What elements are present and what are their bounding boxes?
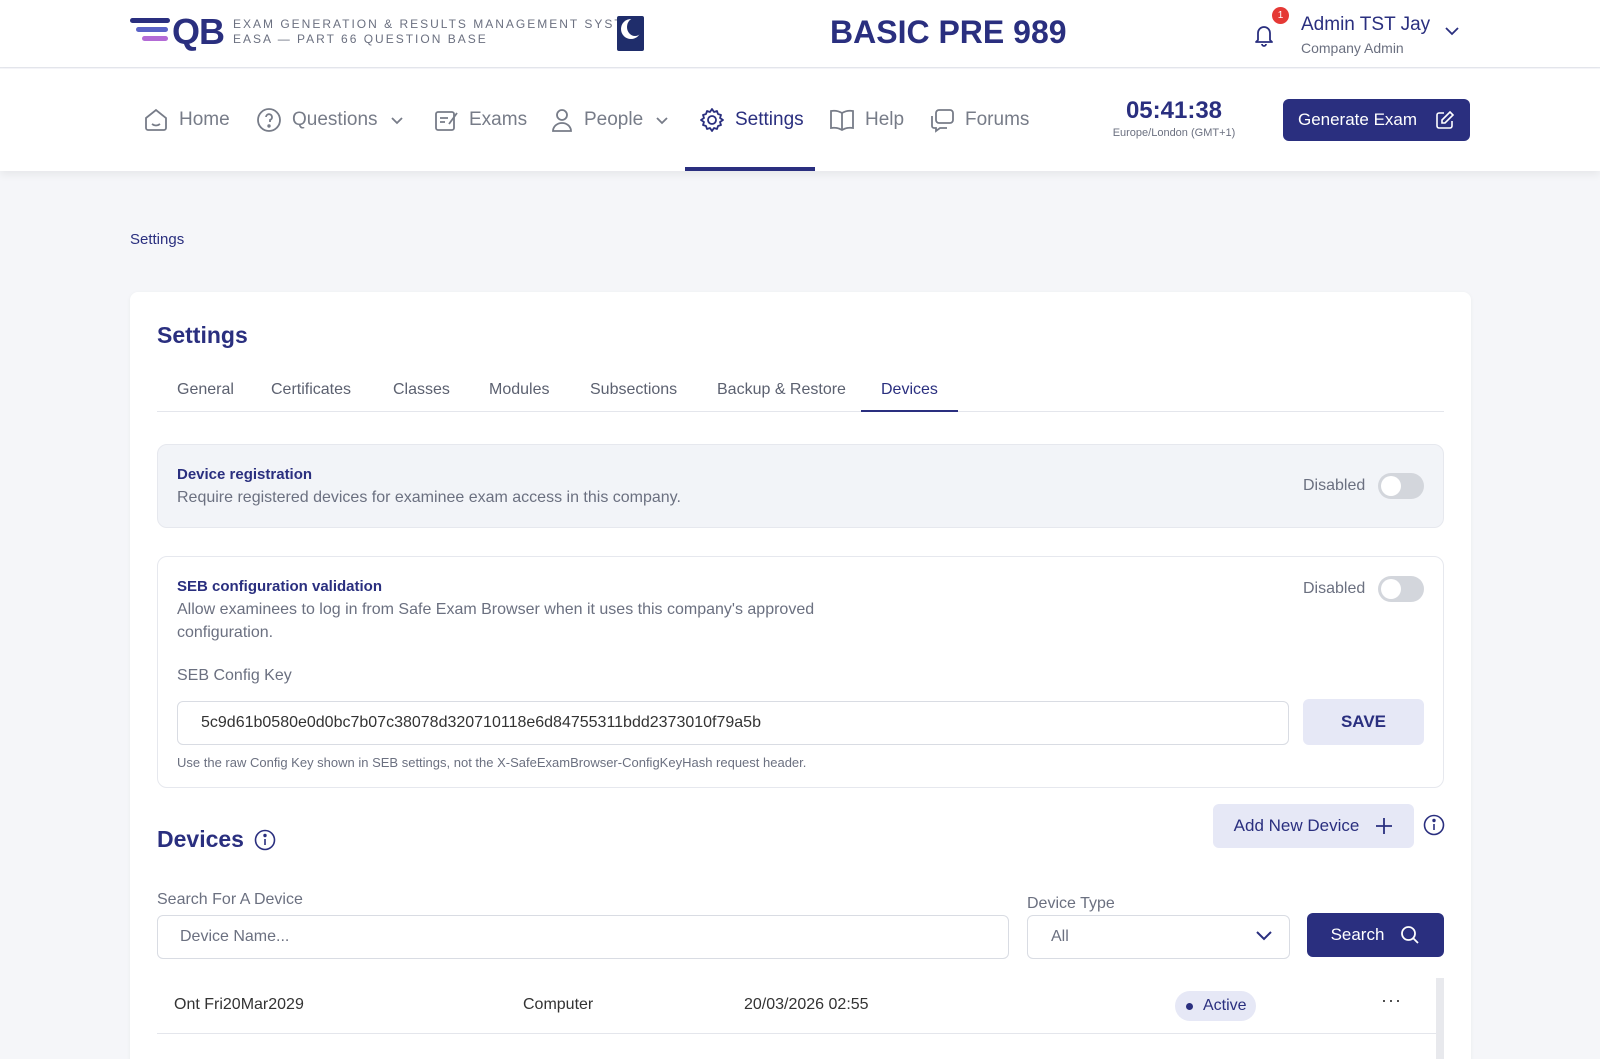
settings-card: Settings General Certificates Classes Mo… [130, 292, 1471, 1059]
seb-validation-toggle[interactable] [1378, 576, 1424, 602]
search-button[interactable]: Search [1307, 913, 1444, 957]
settings-tabs: General Certificates Classes Modules Sub… [157, 368, 1444, 412]
user-role: Company Admin [1301, 40, 1404, 56]
nav-settings[interactable]: Settings [699, 69, 804, 171]
chevron-down-icon[interactable] [1444, 26, 1460, 36]
device-search-input[interactable]: Device Name... [157, 915, 1009, 959]
chat-icon [931, 109, 954, 133]
device-registration-toggle[interactable] [1378, 473, 1424, 499]
active-tab-indicator [685, 167, 815, 171]
row-actions-menu[interactable]: ··· [1381, 990, 1402, 1011]
tab-backup-restore[interactable]: Backup & Restore [697, 368, 866, 412]
device-name: Ont Fri20Mar2029 [174, 996, 304, 1013]
book-icon [830, 109, 854, 132]
top-bar: QB EXAM GENERATION & RESULTS MANAGEMENT … [0, 0, 1600, 68]
breadcrumb[interactable]: Settings [130, 231, 184, 248]
edit-icon [1436, 110, 1455, 129]
device-registration-panel: Device registration Require registered d… [157, 444, 1444, 528]
main-nav: Home Questions Exams People Settings Hel… [0, 69, 1600, 171]
search-device-label: Search For A Device [157, 891, 303, 908]
seb-config-key-input[interactable]: 5c9d61b0580e0d0bc7b07c38078d320710118e6d… [177, 701, 1289, 745]
device-registration-status: Disabled [1303, 477, 1366, 494]
tab-subsections[interactable]: Subsections [570, 368, 697, 412]
bell-icon[interactable] [1252, 22, 1276, 48]
chevron-down-icon [390, 116, 403, 124]
tab-certificates[interactable]: Certificates [251, 368, 371, 412]
notification-badge: 1 [1272, 7, 1289, 24]
app-title: BASIC PRE 989 [830, 14, 1067, 50]
tab-modules[interactable]: Modules [469, 368, 569, 412]
generate-exam-button[interactable]: Generate Exam [1283, 99, 1470, 141]
status-badge: Active [1175, 991, 1256, 1021]
seb-validation-panel: SEB configuration validation Allow exami… [157, 556, 1444, 788]
system-name: EXAM GENERATION & RESULTS MANAGEMENT SYS… [233, 17, 646, 46]
clock-time: 05:41:38 [1125, 97, 1223, 124]
chevron-down-icon [1256, 931, 1272, 941]
nav-people[interactable]: People [550, 69, 669, 171]
device-registration-description: Require registered devices for examinee … [177, 489, 681, 506]
clock-timezone: Europe/London (GMT+1) [1112, 127, 1236, 139]
nav-home[interactable]: Home [143, 69, 230, 171]
person-icon [552, 109, 572, 132]
nav-forums[interactable]: Forums [929, 69, 1029, 171]
device-type-select[interactable]: All [1027, 915, 1290, 959]
question-icon [257, 108, 281, 132]
nav-help[interactable]: Help [829, 69, 904, 171]
table-row[interactable]: Ont Fri20Mar2029 Computer 20/03/2026 02:… [157, 978, 1444, 1034]
chevron-down-icon [656, 116, 668, 124]
page-title: Settings [157, 322, 248, 348]
user-name[interactable]: Admin TST Jay [1301, 14, 1430, 36]
logo-mark [130, 16, 170, 48]
device-registration-title: Device registration [177, 466, 313, 483]
info-icon[interactable] [254, 829, 276, 851]
device-type-label: Device Type [1027, 895, 1115, 912]
tab-classes[interactable]: Classes [373, 368, 470, 412]
logo-text: QB [172, 11, 225, 52]
nav-questions[interactable]: Questions [256, 69, 404, 171]
search-icon [1401, 926, 1420, 944]
add-new-device-button[interactable]: Add New Device [1213, 804, 1414, 848]
scrollbar[interactable] [1436, 978, 1444, 1059]
gear-icon [700, 108, 724, 132]
home-icon [145, 108, 167, 131]
save-button[interactable]: SAVE [1303, 699, 1424, 745]
info-icon[interactable] [1423, 814, 1445, 836]
clock: 05:41:38 Europe/London (GMT+1) [1109, 97, 1239, 139]
device-type: Computer [523, 996, 594, 1013]
seb-validation-description: Allow examinees to log in from Safe Exam… [177, 601, 815, 641]
plus-icon [1376, 818, 1393, 834]
tab-general[interactable]: General [157, 368, 254, 412]
tab-devices[interactable]: Devices [861, 368, 958, 412]
app-logo[interactable]: QB [130, 11, 225, 52]
device-date: 20/03/2026 02:55 [744, 996, 869, 1013]
exams-icon [435, 111, 458, 131]
devices-title: Devices [157, 826, 276, 853]
nav-exams[interactable]: Exams [433, 69, 527, 171]
seb-validation-status: Disabled [1303, 580, 1366, 597]
seb-validation-title: SEB configuration validation [177, 578, 383, 595]
authority-logo [617, 16, 644, 51]
seb-config-key-label: SEB Config Key [177, 667, 292, 684]
seb-help-text: Use the raw Config Key shown in SEB sett… [177, 755, 807, 770]
